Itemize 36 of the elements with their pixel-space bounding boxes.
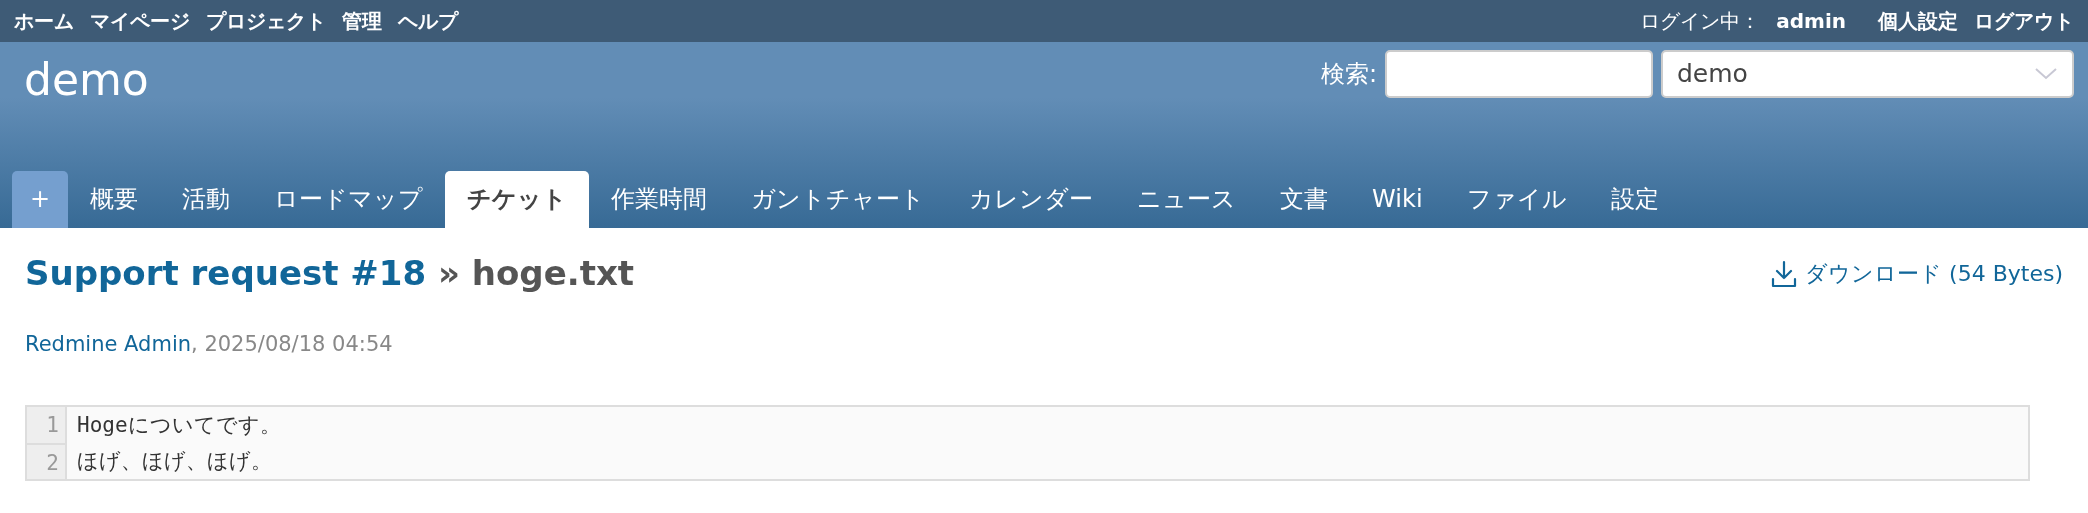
project-tab[interactable]: ニュース — [1115, 171, 1259, 228]
project-tab[interactable]: 活動 — [160, 171, 253, 228]
chevron-down-icon — [2034, 67, 2058, 81]
menu-link[interactable]: 管理 — [342, 6, 382, 36]
account-link[interactable]: ログアウト — [1974, 6, 2074, 36]
line-number: 2 — [27, 442, 67, 479]
menu-link[interactable]: マイページ — [90, 6, 190, 36]
issue-link[interactable]: Support request #18 — [25, 253, 427, 293]
line-number: 1 — [27, 406, 67, 443]
user-link[interactable]: admin — [1776, 6, 1846, 36]
download-icon — [1771, 259, 1798, 288]
project-title: demo — [23, 53, 149, 107]
code-line: ほげ、ほげ、ほげ。 — [76, 447, 272, 475]
menu-link[interactable]: ホーム — [14, 6, 74, 36]
search-label: 検索: — [1320, 59, 1377, 90]
menu-link[interactable]: プロジェクト — [206, 6, 326, 36]
account-link[interactable]: 個人設定 — [1878, 6, 1958, 36]
search-field[interactable] — [1385, 50, 1653, 98]
project-tab[interactable]: 作業時間 — [589, 171, 730, 228]
project-tab[interactable]: チケット — [445, 171, 590, 228]
page-title: Support request #18 » hoge.txt — [25, 252, 635, 295]
project-select[interactable]: demo — [1661, 50, 2074, 98]
project-tab[interactable]: ロードマップ — [252, 171, 446, 228]
project-tab[interactable]: カレンダー — [947, 171, 1116, 228]
project-tab[interactable]: ファイル — [1444, 171, 1589, 228]
project-tab[interactable]: 概要 — [68, 171, 161, 228]
download-link[interactable]: ダウンロード (54 Bytes) — [1771, 257, 2063, 290]
login-status-label: ログイン中： — [1640, 8, 1761, 35]
project-tab[interactable]: 文書 — [1258, 171, 1351, 228]
project-tab[interactable]: ガントチャート — [729, 171, 948, 228]
project-tab[interactable]: 設定 — [1588, 171, 1681, 228]
project-tab[interactable]: Wiki — [1350, 171, 1445, 228]
timestamp: , 2025/08/18 04:54 — [191, 331, 393, 358]
code-line: Hogeについてです。 — [76, 411, 281, 439]
author-link[interactable]: Redmine Admin — [25, 329, 192, 361]
menu-link[interactable]: ヘルプ — [398, 6, 458, 36]
